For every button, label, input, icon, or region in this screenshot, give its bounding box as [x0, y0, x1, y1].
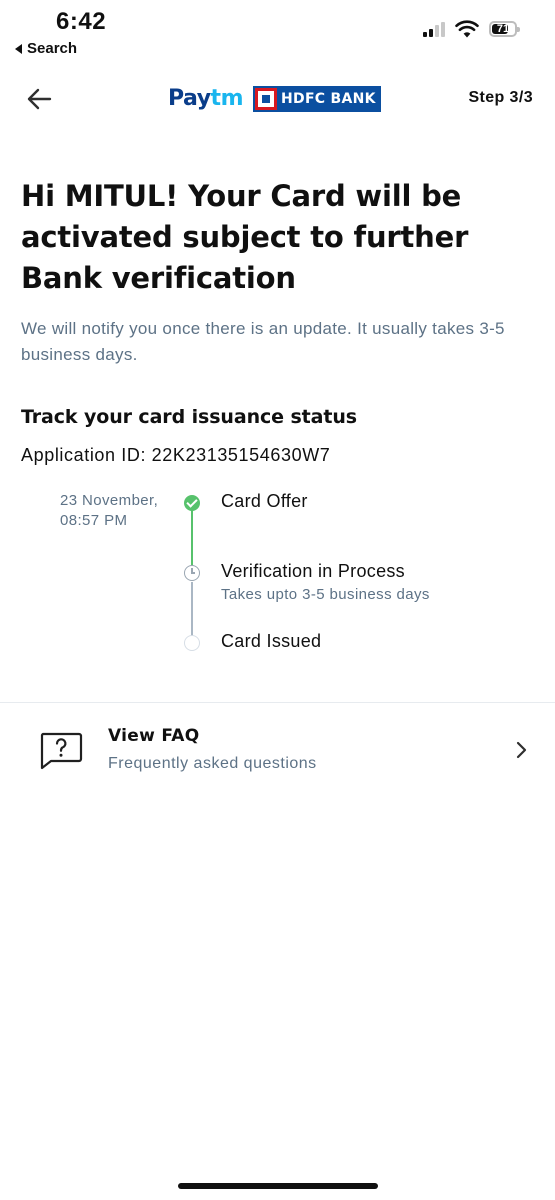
page-title: Hi MITUL! Your Card will be activated su… [21, 179, 469, 295]
timeline-step-card-issued: Card Issued [221, 631, 322, 651]
hdfc-emblem-icon [255, 88, 277, 110]
hdfc-bank-text: HDFC BANK [281, 91, 376, 107]
top-navigation: Paytm HDFC BANK Step 3/3 [0, 66, 555, 132]
timeline-time-line: 08:57 PM [60, 512, 128, 529]
signal-bar [435, 25, 439, 37]
cellular-signal-icon [423, 21, 445, 37]
status-back-label: Search [27, 40, 78, 57]
clock-icon [184, 565, 200, 581]
notification-message: We will notify you once there is an upda… [21, 319, 505, 364]
faq-subtitle: Frequently asked questions [108, 755, 317, 772]
signal-bar [441, 21, 445, 37]
battery-nub [517, 27, 520, 32]
timeline-step-card-offer: Card Offer [221, 491, 308, 511]
timeline-connector-done [191, 510, 193, 566]
timeline-step-verification-note: Takes upto 3-5 business days [221, 586, 430, 603]
pending-circle-icon [184, 635, 200, 651]
chevron-right-icon [516, 741, 527, 759]
back-triangle-icon [15, 43, 22, 54]
timeline-connector-pending [191, 582, 193, 636]
signal-bar [429, 28, 433, 37]
home-indicator [178, 1183, 378, 1189]
timeline-date-line: 23 November, [60, 492, 159, 509]
arrow-left-icon[interactable] [24, 84, 54, 114]
application-id: Application ID: 22K23135154630W7 [21, 445, 331, 465]
step-indicator: Step 3/3 [468, 89, 533, 106]
status-bar: 6:42 Search 71 [0, 0, 555, 66]
battery-icon: 71 [489, 21, 520, 37]
status-time: 6:42 [56, 8, 107, 35]
timeline-step-date: 23 November, 08:57 PM [60, 491, 178, 531]
hdfc-bank-logo: HDFC BANK [253, 86, 381, 112]
track-status-heading: Track your card issuance status [21, 406, 357, 428]
paytm-logo-tm: tm [210, 86, 244, 111]
signal-bar [423, 32, 427, 37]
faq-title: View FAQ [108, 726, 200, 746]
brand-logos: Paytm HDFC BANK [168, 86, 381, 112]
question-bubble-icon [40, 732, 83, 770]
battery-percent: 71 [496, 23, 510, 35]
check-icon [184, 495, 200, 511]
status-indicators: 71 [423, 20, 520, 38]
status-back-to-search[interactable]: Search [15, 40, 77, 57]
wifi-icon [455, 20, 479, 38]
timeline-step-verification: Verification in Process [221, 561, 405, 581]
paytm-logo: Paytm [168, 86, 244, 111]
paytm-logo-pay: Pay [168, 86, 211, 111]
status-timeline: 23 November, 08:57 PM Card Offer Verific… [0, 486, 555, 666]
view-faq-row[interactable]: View FAQ Frequently asked questions [0, 703, 555, 798]
